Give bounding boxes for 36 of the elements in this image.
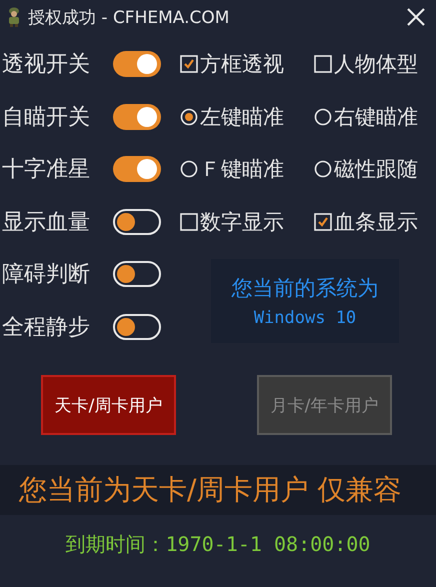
- close-icon[interactable]: [406, 7, 426, 27]
- radio-button[interactable]: [314, 108, 332, 126]
- feature-label: 全程静步: [2, 314, 91, 342]
- feature-label: 障碍判断: [2, 261, 91, 290]
- checkbox[interactable]: [314, 55, 332, 74]
- option-label: Ｆ键瞄准: [200, 156, 284, 184]
- option-label: 人物体型: [334, 51, 418, 78]
- system-info-text: 您当前的系统为: [232, 274, 378, 302]
- option-label: 数字显示: [200, 208, 284, 236]
- feature-label: 十字准星: [2, 156, 91, 184]
- feature-label: 自瞄开关: [2, 104, 91, 132]
- option-label: 左键瞄准: [200, 104, 284, 131]
- banner-text: 您当前为天卡/周卡用户 仅兼容: [19, 472, 402, 508]
- feature-label: 透视开关: [2, 51, 91, 80]
- toggle-switch[interactable]: [113, 314, 161, 340]
- plan-button[interactable]: 天卡/周卡用户: [41, 375, 176, 435]
- toggle-switch[interactable]: [113, 51, 161, 78]
- checkbox[interactable]: [180, 212, 198, 231]
- expiry-text: 到期时间：1970-1-1 08:00:00: [66, 531, 370, 558]
- radio-button[interactable]: [180, 108, 198, 126]
- radio-button[interactable]: [314, 160, 332, 178]
- option-label: 磁性跟随: [334, 156, 418, 184]
- checkbox[interactable]: [180, 55, 198, 74]
- toggle-switch[interactable]: [113, 104, 161, 130]
- option-label: 血条显示: [334, 208, 418, 236]
- feature-label: 显示血量: [2, 208, 91, 237]
- toggle-switch[interactable]: [113, 156, 161, 182]
- checkbox[interactable]: [314, 212, 332, 231]
- soldier-icon: [6, 7, 22, 27]
- window-title: 授权成功 - CFHEMA.COM: [28, 6, 230, 28]
- option-label: 右键瞄准: [334, 104, 418, 131]
- system-info-text: Windows 10: [254, 308, 356, 328]
- toggle-switch[interactable]: [113, 208, 161, 235]
- radio-button[interactable]: [180, 160, 198, 178]
- option-label: 方框透视: [200, 51, 284, 78]
- toggle-switch[interactable]: [113, 261, 161, 288]
